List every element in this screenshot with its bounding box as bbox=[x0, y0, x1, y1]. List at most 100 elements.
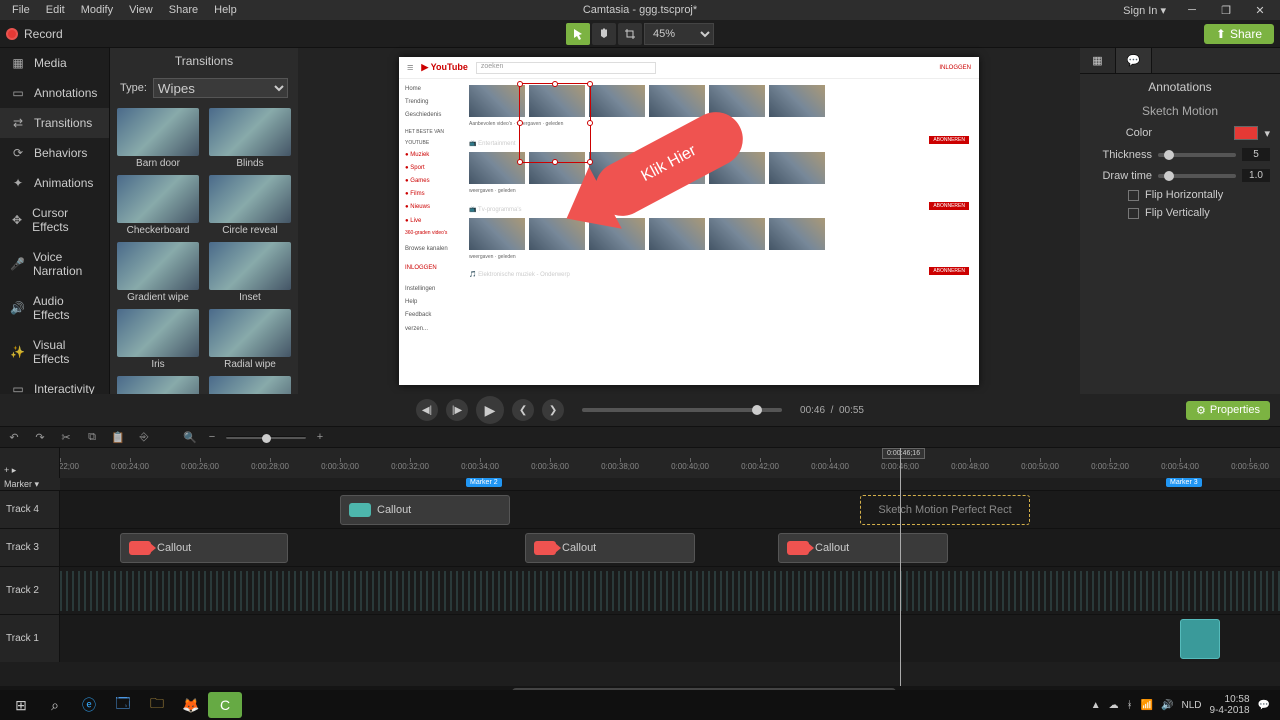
track-label[interactable]: Track 4 bbox=[0, 491, 60, 528]
folder-icon[interactable]: 🗀 bbox=[140, 692, 174, 718]
pan-tool[interactable] bbox=[592, 23, 616, 45]
menu-share[interactable]: Share bbox=[161, 2, 206, 18]
menu-edit[interactable]: Edit bbox=[38, 2, 73, 18]
preview-canvas[interactable]: ≡ ▶ YouTube zoeken INLOGGEN HomeTrending… bbox=[399, 57, 979, 385]
playhead[interactable] bbox=[900, 448, 901, 698]
firefox-icon[interactable]: 🦊 bbox=[174, 692, 208, 718]
timeline-zoom-slider[interactable] bbox=[226, 436, 306, 439]
seek-bar[interactable] bbox=[582, 408, 782, 412]
track-label[interactable]: Track 1 bbox=[0, 615, 60, 662]
tab-cursor-effects[interactable]: ✥Cursor Effects bbox=[0, 198, 109, 242]
wifi-icon[interactable]: 📶 bbox=[1141, 700, 1153, 711]
next-clip-button[interactable]: ❯ bbox=[542, 399, 564, 421]
menu-modify[interactable]: Modify bbox=[73, 2, 121, 18]
copy-button[interactable]: ⧉ bbox=[84, 429, 100, 445]
zoom-fit-icon[interactable]: 🔍 bbox=[182, 429, 198, 445]
signin-button[interactable]: Sign In ▾ bbox=[1117, 2, 1172, 19]
track-label[interactable]: Track 3 bbox=[0, 529, 60, 566]
transition-item[interactable]: Gradient wipe bbox=[116, 242, 200, 303]
search-button[interactable]: ⌕ bbox=[38, 692, 72, 718]
transition-item[interactable]: Barn door bbox=[116, 108, 200, 169]
split-button[interactable]: ⎆ bbox=[136, 429, 152, 445]
cloud-icon[interactable]: ☁ bbox=[1109, 700, 1119, 711]
clock[interactable]: 10:589-4-2018 bbox=[1210, 694, 1250, 716]
timeline-ruler[interactable]: 0:00:46;16 0:00:22;000:00:24;000:00:26;0… bbox=[60, 448, 1280, 478]
waveform[interactable] bbox=[60, 571, 1280, 611]
tab-annotations[interactable]: ▭Annotations bbox=[0, 78, 109, 108]
transitions-grid[interactable]: Barn door Blinds Checkerboard Circle rev… bbox=[110, 102, 298, 394]
bluetooth-icon[interactable]: ᚼ bbox=[1127, 700, 1133, 711]
zoom-select[interactable]: 45% bbox=[644, 23, 714, 45]
notifications-icon[interactable]: 💬 bbox=[1258, 700, 1270, 711]
canvas-area[interactable]: ≡ ▶ YouTube zoeken INLOGGEN HomeTrending… bbox=[298, 48, 1080, 394]
track-label[interactable]: Track 2 bbox=[0, 567, 60, 614]
menu-file[interactable]: File bbox=[4, 2, 38, 18]
transition-item[interactable]: Blinds bbox=[208, 108, 292, 169]
transition-item[interactable]: Inset bbox=[208, 242, 292, 303]
explorer-icon[interactable]: 🗔 bbox=[106, 692, 140, 718]
color-swatch[interactable] bbox=[1234, 126, 1258, 140]
zoom-in-button[interactable]: + bbox=[312, 429, 328, 445]
play-button[interactable]: ▶ bbox=[476, 396, 504, 424]
track-body[interactable]: Callout Sketch Motion Perfect Rect bbox=[60, 491, 1280, 528]
track-add-controls[interactable]: + ▸ bbox=[0, 448, 60, 478]
share-button[interactable]: ⬆ Share bbox=[1204, 24, 1274, 44]
transition-item[interactable]: Radial wipe bbox=[208, 309, 292, 370]
tab-media[interactable]: ▦Media bbox=[0, 48, 109, 78]
redo-button[interactable]: ↷ bbox=[32, 429, 48, 445]
drawtime-value[interactable]: 1.0 bbox=[1242, 169, 1270, 182]
clip-callout[interactable]: Callout bbox=[120, 533, 288, 563]
start-button[interactable]: ⊞ bbox=[4, 692, 38, 718]
zoom-out-button[interactable]: − bbox=[204, 429, 220, 445]
paste-button[interactable]: 📋 bbox=[110, 429, 126, 445]
transition-item[interactable] bbox=[116, 376, 200, 394]
menu-view[interactable]: View bbox=[121, 2, 161, 18]
undo-button[interactable]: ↶ bbox=[6, 429, 22, 445]
close-button[interactable]: ✕ bbox=[1246, 1, 1274, 19]
maximize-button[interactable]: ❐ bbox=[1212, 1, 1240, 19]
type-select[interactable]: Wipes bbox=[153, 78, 288, 98]
minimize-button[interactable]: ─ bbox=[1178, 1, 1206, 19]
tab-audio-effects[interactable]: 🔊Audio Effects bbox=[0, 286, 109, 330]
prev-frame-button[interactable]: ◀| bbox=[416, 399, 438, 421]
tab-animations[interactable]: ✦Animations bbox=[0, 168, 109, 198]
playhead-time[interactable]: 0:00:46;16 bbox=[882, 448, 925, 459]
properties-button[interactable]: ⚙Properties bbox=[1186, 401, 1270, 420]
clip-callout[interactable]: Callout bbox=[340, 495, 510, 525]
clip-callout[interactable]: Callout bbox=[778, 533, 948, 563]
menu-help[interactable]: Help bbox=[206, 2, 245, 18]
camtasia-icon[interactable]: C bbox=[208, 692, 242, 718]
pointer-tool[interactable] bbox=[566, 23, 590, 45]
transition-item[interactable]: Checkerboard bbox=[116, 175, 200, 236]
transition-item[interactable]: Iris bbox=[116, 309, 200, 370]
track-body[interactable] bbox=[60, 615, 1280, 662]
tray-icon[interactable]: ▲ bbox=[1091, 700, 1101, 711]
track-body[interactable] bbox=[60, 567, 1280, 614]
clip-callout[interactable]: Callout bbox=[525, 533, 695, 563]
thickness-value[interactable]: 5 bbox=[1242, 148, 1270, 161]
tab-visual-effects[interactable]: ✨Visual Effects bbox=[0, 330, 109, 374]
volume-icon[interactable]: 🔊 bbox=[1161, 700, 1173, 711]
transition-item[interactable]: Circle reveal bbox=[208, 175, 292, 236]
tab-transitions[interactable]: ⇄Transitions bbox=[0, 108, 109, 138]
flipv-checkbox[interactable] bbox=[1128, 208, 1139, 219]
system-tray[interactable]: ▲ ☁ ᚼ 📶 🔊 NLD 10:589-4-2018 💬 bbox=[1091, 694, 1276, 716]
marker-pill[interactable]: Marker 2 bbox=[466, 478, 502, 487]
selection-box[interactable] bbox=[519, 83, 591, 163]
prop-tab-visual[interactable]: ▦ bbox=[1080, 48, 1116, 73]
language-indicator[interactable]: NLD bbox=[1182, 700, 1202, 711]
thickness-slider[interactable] bbox=[1158, 153, 1236, 157]
track-body[interactable]: Callout Callout Callout bbox=[60, 529, 1280, 566]
clip[interactable] bbox=[1180, 619, 1220, 659]
clip-sketch-motion[interactable]: Sketch Motion Perfect Rect bbox=[860, 495, 1030, 525]
marker-label[interactable]: Marker ▾ bbox=[0, 478, 60, 490]
tab-voice[interactable]: 🎤Voice Narration bbox=[0, 242, 109, 286]
transition-item[interactable] bbox=[208, 376, 292, 394]
edge-icon[interactable]: ⓔ bbox=[72, 692, 106, 718]
step-back-button[interactable]: |▶ bbox=[446, 399, 468, 421]
crop-tool[interactable] bbox=[618, 23, 642, 45]
record-button[interactable]: Record bbox=[6, 27, 63, 41]
fliph-checkbox[interactable] bbox=[1128, 190, 1139, 201]
tab-behaviors[interactable]: ⟳Behaviors bbox=[0, 138, 109, 168]
prop-tab-annotation[interactable]: 💬 bbox=[1116, 48, 1152, 73]
